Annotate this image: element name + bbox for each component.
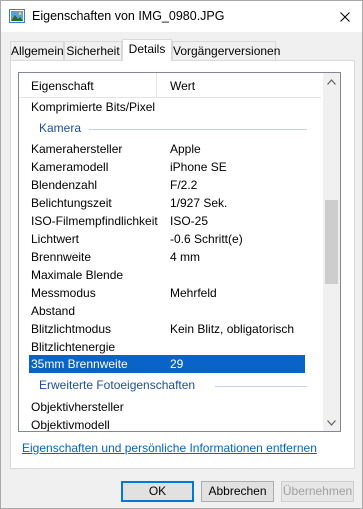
list-item[interactable]: ISO-Filmempfindlichkeit ISO-25 — [19, 212, 321, 230]
list-item[interactable]: Maximale Blende — [19, 266, 321, 284]
title-bar: Eigenschaften von IMG_0980.JPG — [1, 1, 362, 32]
property-name: 35mm Brennweite — [31, 357, 128, 371]
property-value: 1/927 Sek. — [170, 196, 228, 210]
property-value: 4 mm — [170, 250, 200, 264]
list-item[interactable]: Kameramodell iPhone SE — [19, 158, 321, 176]
list-item[interactable]: Blendenzahl F/2.2 — [19, 176, 321, 194]
group-header-kamera: Kamera — [19, 119, 321, 139]
property-value: iPhone SE — [170, 160, 227, 174]
property-name: Messmodus — [31, 286, 96, 300]
scroll-down-button[interactable] — [323, 414, 340, 431]
cancel-button[interactable]: Abbrechen — [201, 481, 274, 502]
list-item[interactable]: Brennweite 4 mm — [19, 248, 321, 266]
close-button[interactable] — [328, 1, 362, 32]
property-value: Mehrfeld — [170, 286, 217, 300]
tab-sicherheit[interactable]: Sicherheit — [64, 41, 122, 61]
property-value: -0.6 Schritt(e) — [170, 232, 243, 246]
column-header-value[interactable]: Wert — [170, 79, 195, 93]
property-value: 29 — [170, 357, 184, 371]
image-file-icon — [9, 9, 25, 23]
property-name: Abstand — [31, 304, 76, 318]
tab-allgemein[interactable]: Allgemein — [10, 41, 64, 61]
property-name: ISO-Filmempfindlichkeit — [31, 214, 158, 228]
property-name: Komprimierte Bits/Pixel — [31, 100, 156, 114]
property-name: Lichtwert — [31, 232, 80, 246]
property-name: Belichtungszeit — [31, 196, 112, 210]
list-item[interactable]: Belichtungszeit 1/927 Sek. — [19, 194, 321, 212]
column-header-property[interactable]: Eigenschaft — [31, 79, 94, 93]
list-item[interactable]: Blitzlichtenergie — [19, 338, 321, 356]
group-label: Kamera — [39, 121, 82, 135]
group-label: Erweiterte Fotoeigenschaften — [39, 378, 196, 392]
group-header-erweiterte-fotoeigenschaften: Erweiterte Fotoeigenschaften — [19, 376, 321, 396]
list-item[interactable]: Kamerahersteller Apple — [19, 140, 321, 158]
property-name: Kameramodell — [31, 160, 109, 174]
list-item[interactable]: Objektivhersteller — [19, 398, 321, 416]
list-item[interactable]: Blitzlichtmodus Kein Blitz, obligatorisc… — [19, 320, 321, 338]
list-item[interactable]: Messmodus Mehrfeld — [19, 284, 321, 302]
scroll-up-button[interactable] — [323, 73, 340, 90]
property-name: Maximale Blende — [31, 268, 124, 282]
window-title: Eigenschaften von IMG_0980.JPG — [32, 9, 225, 23]
list-item-selected[interactable]: 35mm Brennweite 29 — [29, 355, 305, 373]
close-icon — [340, 11, 350, 22]
tab-vorgaengerversionen[interactable]: Vorgängerversionen — [172, 41, 280, 61]
column-divider[interactable] — [156, 73, 157, 97]
properties-dialog: Eigenschaften von IMG_0980.JPG Allgemein… — [0, 0, 363, 509]
ok-button[interactable]: OK — [121, 481, 194, 502]
properties-list[interactable]: Eigenschaft Wert Komprimierte Bits/Pixel… — [18, 72, 341, 432]
list-item[interactable]: Komprimierte Bits/Pixel — [19, 98, 321, 116]
vertical-scrollbar[interactable] — [323, 73, 340, 431]
property-name: Blendenzahl — [31, 178, 98, 192]
property-name: Blitzlichtenergie — [31, 340, 116, 354]
group-divider — [89, 129, 307, 130]
remove-properties-link[interactable]: Eigenschaften und persönliche Informatio… — [22, 441, 317, 455]
list-header: Eigenschaft Wert — [19, 73, 321, 98]
property-name: Kamerahersteller — [31, 142, 123, 156]
tab-details[interactable]: Details — [122, 39, 172, 61]
list-item[interactable]: Lichtwert -0.6 Schritt(e) — [19, 230, 321, 248]
apply-button[interactable]: Übernehmen — [281, 481, 354, 502]
list-item[interactable]: Objektivmodell — [19, 416, 321, 432]
property-value: Kein Blitz, obligatorisch — [170, 322, 295, 336]
property-value: ISO-25 — [170, 214, 209, 228]
property-name: Blitzlichtmodus — [31, 322, 112, 336]
property-name: Objektivmodell — [31, 418, 110, 432]
list-item[interactable]: Abstand — [19, 302, 321, 320]
property-value: F/2.2 — [170, 178, 198, 192]
property-name: Objektivhersteller — [31, 400, 124, 414]
property-name: Brennweite — [31, 250, 92, 264]
property-value: Apple — [170, 142, 201, 156]
group-divider — [215, 386, 307, 387]
chevron-up-icon — [327, 78, 336, 85]
chevron-down-icon — [327, 419, 336, 426]
scrollbar-thumb[interactable] — [325, 200, 338, 284]
